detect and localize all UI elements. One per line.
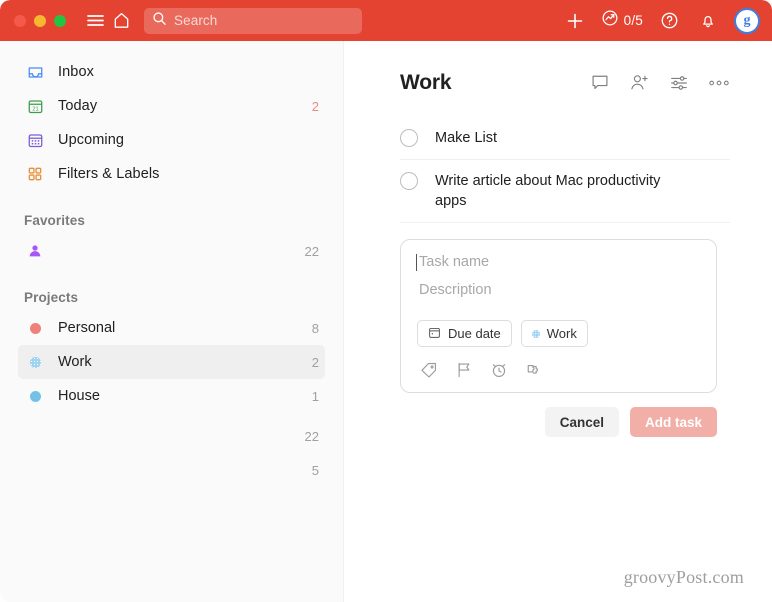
sidebar-favorite-count: 22 bbox=[304, 243, 319, 259]
svg-text:21: 21 bbox=[32, 106, 38, 112]
sidebar-project-personal[interactable]: Personal 8 bbox=[18, 311, 325, 345]
task-title: Make List bbox=[435, 130, 498, 146]
inbox-icon bbox=[24, 61, 46, 83]
calendar-icon bbox=[428, 326, 441, 342]
project-color-dot bbox=[24, 351, 46, 373]
project-color-dot bbox=[24, 317, 46, 339]
todoist-window: Search 0/5 g Inbox 21 Today 2 Upcoming F… bbox=[0, 0, 772, 602]
main-header: Work bbox=[400, 71, 730, 95]
sidebar-project-work[interactable]: Work 2 bbox=[18, 345, 325, 379]
watermark: groovyPost.com bbox=[623, 567, 744, 587]
project-chip[interactable]: Work bbox=[520, 320, 588, 347]
project-color-dot bbox=[24, 459, 46, 481]
sidebar-item-today[interactable]: 21 Today 2 bbox=[18, 89, 325, 123]
sidebar: Inbox 21 Today 2 Upcoming Filters & Labe… bbox=[0, 41, 344, 602]
composer-buttons: Cancel Add task bbox=[400, 407, 717, 437]
sidebar-item-label: Upcoming bbox=[58, 132, 125, 148]
plus-icon[interactable] bbox=[562, 8, 588, 34]
hamburger-menu-icon[interactable] bbox=[82, 8, 108, 34]
due-date-label: Due date bbox=[448, 326, 501, 341]
filters-labels-grid-icon bbox=[24, 163, 46, 185]
due-date-chip[interactable]: Due date bbox=[417, 320, 512, 347]
task-title: Write article about Mac productivity app… bbox=[435, 173, 661, 209]
person-icon bbox=[24, 240, 46, 262]
add-person-icon[interactable] bbox=[629, 73, 650, 93]
view-options-icon[interactable] bbox=[669, 73, 689, 93]
main-content: Work Make List Write article about Mac p… bbox=[344, 41, 772, 602]
window-body: Inbox 21 Today 2 Upcoming Filters & Labe… bbox=[0, 41, 772, 602]
task-checkbox[interactable] bbox=[400, 129, 418, 147]
project-label: House bbox=[58, 388, 100, 404]
search-placeholder: Search bbox=[174, 13, 218, 28]
project-count: 8 bbox=[311, 320, 319, 336]
task-composer: Task name Description Due date Work bbox=[400, 239, 717, 393]
cancel-button[interactable]: Cancel bbox=[544, 407, 619, 437]
sidebar-item-label: Today bbox=[58, 98, 98, 114]
home-icon[interactable] bbox=[108, 8, 134, 34]
sidebar-project-unnamed-1[interactable]: 22 bbox=[18, 419, 325, 453]
sidebar-project-house[interactable]: House 1 bbox=[18, 379, 325, 413]
sidebar-project-unnamed-2[interactable]: 5 bbox=[18, 453, 325, 487]
bell-icon[interactable] bbox=[695, 8, 721, 34]
page-title: Work bbox=[400, 71, 452, 94]
project-count: 2 bbox=[311, 354, 319, 370]
maximize-window-button[interactable] bbox=[54, 14, 66, 27]
task-row[interactable]: Make List bbox=[400, 117, 730, 160]
title-bar: Search 0/5 g bbox=[0, 0, 772, 41]
project-count: 5 bbox=[311, 462, 319, 478]
project-dot-icon bbox=[531, 329, 540, 338]
calendar-today-icon: 21 bbox=[24, 95, 46, 117]
productivity-chart-icon bbox=[601, 9, 619, 32]
sidebar-item-count: 2 bbox=[311, 98, 319, 114]
reminder-alarm-icon[interactable] bbox=[490, 361, 508, 379]
add-task-button[interactable]: Add task bbox=[629, 407, 717, 437]
comments-icon[interactable] bbox=[590, 73, 610, 93]
project-count: 22 bbox=[304, 428, 319, 444]
task-row[interactable]: Write article about Mac productivity app… bbox=[400, 160, 730, 223]
task-checkbox[interactable] bbox=[400, 172, 418, 190]
sidebar-item-label: Filters & Labels bbox=[58, 166, 160, 182]
project-color-dot bbox=[24, 425, 46, 447]
project-color-dot bbox=[24, 385, 46, 407]
extensions-puzzle-icon[interactable] bbox=[525, 361, 543, 379]
close-window-button[interactable] bbox=[14, 14, 26, 27]
more-options-icon[interactable] bbox=[708, 79, 730, 87]
task-name-input[interactable]: Task name bbox=[416, 254, 700, 271]
sidebar-item-label: Inbox bbox=[58, 64, 94, 80]
project-chip-label: Work bbox=[546, 326, 577, 341]
title-bar-actions: 0/5 g bbox=[562, 7, 760, 34]
favorites-section-title: Favorites bbox=[24, 213, 85, 228]
header-actions bbox=[590, 73, 730, 93]
sidebar-favorite-item[interactable]: 22 bbox=[18, 234, 325, 268]
project-label: Work bbox=[58, 354, 92, 370]
sidebar-item-upcoming[interactable]: Upcoming bbox=[18, 123, 325, 157]
priority-flag-icon[interactable] bbox=[455, 361, 473, 379]
composer-quick-actions bbox=[417, 361, 700, 379]
project-count: 1 bbox=[311, 388, 319, 404]
project-label: Personal bbox=[58, 320, 116, 336]
calendar-upcoming-icon bbox=[24, 129, 46, 151]
projects-section-title: Projects bbox=[24, 290, 79, 305]
search-input[interactable]: Search bbox=[144, 7, 362, 34]
sidebar-item-inbox[interactable]: Inbox bbox=[18, 55, 325, 89]
task-description-input[interactable]: Description bbox=[417, 282, 700, 298]
search-icon bbox=[152, 11, 167, 31]
sidebar-item-filters-labels[interactable]: Filters & Labels bbox=[18, 157, 325, 191]
composer-chips: Due date Work bbox=[417, 320, 700, 347]
avatar[interactable]: g bbox=[734, 7, 760, 34]
question-mark-circle-icon[interactable] bbox=[656, 8, 682, 34]
minimize-window-button[interactable] bbox=[34, 14, 46, 27]
traffic-lights bbox=[14, 14, 66, 27]
label-tag-icon[interactable] bbox=[420, 361, 438, 379]
karma-count: 0/5 bbox=[623, 13, 643, 28]
productivity-karma[interactable]: 0/5 bbox=[601, 9, 643, 32]
